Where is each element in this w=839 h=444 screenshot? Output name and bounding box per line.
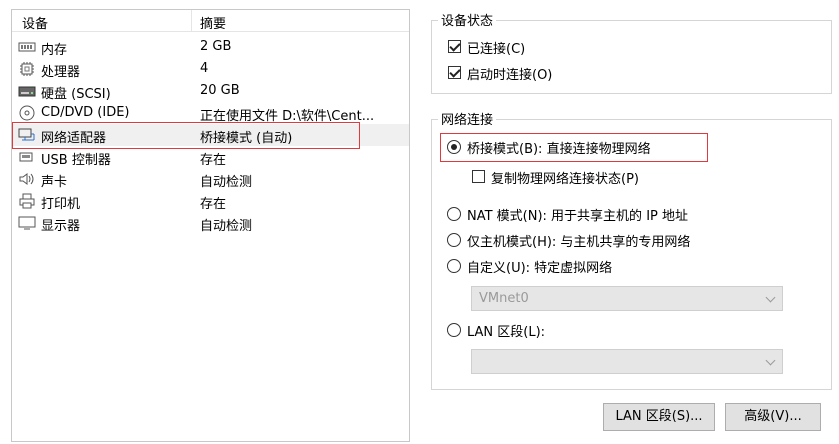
memory-icon [18,39,36,55]
bridged-label[interactable]: 桥接模式(B): 直接连接物理网络 [467,138,651,157]
device-row-usb-controller[interactable]: USB 控制器 存在 [12,146,409,168]
sound-card-icon [18,171,36,187]
nat-label[interactable]: NAT 模式(N): 用于共享主机的 IP 地址 [467,205,688,224]
device-row-sound-card[interactable]: 声卡 自动检测 [12,168,409,190]
lan-segments-button[interactable]: LAN 区段(S)... [603,403,715,431]
connect-at-power-on-checkbox[interactable] [448,66,461,79]
usb-controller-icon [18,149,36,165]
column-header-summary[interactable]: 摘要 [200,13,226,32]
connected-checkbox[interactable] [448,40,461,53]
nat-radio[interactable] [447,207,461,221]
column-divider[interactable] [191,10,192,31]
replicate-state-label[interactable]: 复制物理网络连接状态(P) [491,168,639,187]
device-name: 硬盘 (SCSI) [41,87,111,102]
network-connection-title: 网络连接 [438,109,497,128]
device-name: USB 控制器 [41,153,111,168]
device-row-hard-disk[interactable]: 硬盘 (SCSI) 20 GB [12,80,409,102]
replicate-state-checkbox[interactable] [472,170,485,183]
device-summary: 存在 [200,197,227,212]
device-name: 显示器 [41,219,81,234]
host-only-label[interactable]: 仅主机模式(H): 与主机共享的专用网络 [467,231,690,250]
lan-segment-label[interactable]: LAN 区段(L): [467,321,545,340]
device-list: 设备 摘要 内存 2 GB 处理器 4 硬盘 (SCSI) 20 GB CD/D… [11,9,410,442]
processor-icon [18,61,36,77]
column-header-device[interactable]: 设备 [22,13,48,32]
device-summary: 自动检测 [200,219,253,234]
device-row-memory[interactable]: 内存 2 GB [12,36,409,58]
device-name: 网络适配器 [41,131,107,146]
custom-radio[interactable] [447,259,461,273]
device-name: 声卡 [41,175,68,190]
advanced-button[interactable]: 高级(V)... [725,403,821,431]
bridged-radio[interactable] [447,140,461,154]
lan-segment-select[interactable] [471,349,783,374]
connect-at-power-on-label[interactable]: 启动时连接(O) [467,64,552,83]
device-summary: 自动检测 [200,175,253,190]
lan-segment-radio[interactable] [447,323,461,337]
device-row-network-adapter[interactable]: 网络适配器 桥接模式 (自动) [12,124,409,146]
device-row-processor[interactable]: 处理器 4 [12,58,409,80]
device-summary: 4 [200,61,209,76]
custom-network-select[interactable]: VMnet0 [471,286,783,311]
device-summary: 正在使用文件 D:\软件\Cent... [200,109,375,124]
device-name: 处理器 [41,65,81,80]
device-summary: 桥接模式 (自动) [200,131,293,146]
printer-icon [18,193,36,209]
list-header: 设备 摘要 [12,10,409,32]
device-name: CD/DVD (IDE) [41,105,130,120]
host-only-radio[interactable] [447,233,461,247]
custom-network-value: VMnet0 [479,291,529,306]
device-row-display[interactable]: 显示器 自动检测 [12,212,409,234]
chevron-down-icon [765,355,776,366]
network-adapter-icon [18,127,36,143]
device-summary: 20 GB [200,83,240,98]
device-summary: 存在 [200,153,227,168]
custom-label[interactable]: 自定义(U): 特定虚拟网络 [467,257,612,276]
connected-label[interactable]: 已连接(C) [467,38,525,57]
device-row-printer[interactable]: 打印机 存在 [12,190,409,212]
device-summary: 2 GB [200,39,232,54]
cd-dvd-icon [18,105,36,121]
chevron-down-icon [765,292,776,303]
device-status-title: 设备状态 [438,10,497,29]
hard-disk-icon [18,83,36,99]
display-icon [18,215,36,231]
device-name: 打印机 [41,197,81,212]
device-name: 内存 [41,43,68,58]
device-row-cd-dvd[interactable]: CD/DVD (IDE) 正在使用文件 D:\软件\Cent... [12,102,409,124]
